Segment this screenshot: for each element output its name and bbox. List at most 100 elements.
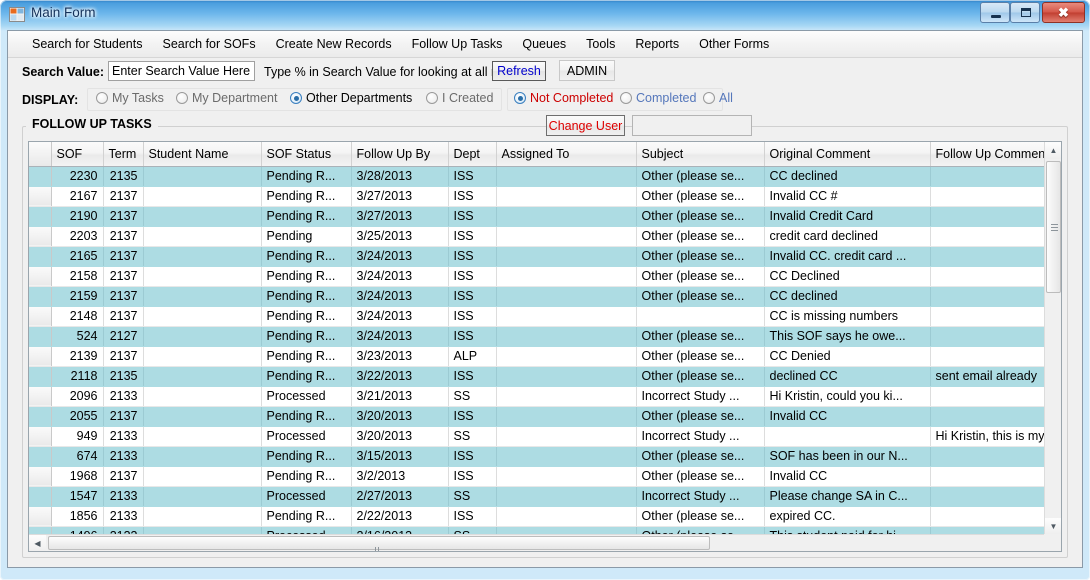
search-input[interactable]	[108, 61, 255, 81]
cell-student-name[interactable]	[143, 186, 262, 207]
row-header-cell[interactable]	[29, 226, 52, 247]
cell-follow-up-comment[interactable]	[930, 206, 1044, 227]
menu-item-reports[interactable]: Reports	[625, 33, 689, 55]
cell-sof-status[interactable]: Pending R...	[261, 266, 352, 287]
cell-sof-status[interactable]: Pending	[261, 226, 352, 247]
cell-dept[interactable]: ISS	[448, 506, 497, 527]
radio-my-department[interactable]: My Department	[176, 91, 277, 105]
cell-student-name[interactable]	[143, 486, 262, 507]
cell-sof[interactable]: 2165	[51, 246, 104, 267]
cell-sof[interactable]: 2139	[51, 346, 104, 367]
cell-sof-status[interactable]: Pending R...	[261, 246, 352, 267]
cell-assigned-to[interactable]	[496, 366, 637, 387]
cell-sof[interactable]: 2158	[51, 266, 104, 287]
cell-follow-up-comment[interactable]	[930, 226, 1044, 247]
cell-original-comment[interactable]: CC Declined	[764, 266, 931, 287]
cell-term[interactable]: 2133	[103, 486, 144, 507]
table-row[interactable]: 2055 2137 Pending R... 3/20/2013 ISS Other (p…	[29, 406, 1044, 427]
cell-original-comment[interactable]: expired CC.	[764, 506, 931, 527]
cell-sof-status[interactable]: Pending R...	[261, 206, 352, 227]
cell-subject[interactable]: Other (please se...	[636, 206, 765, 227]
cell-dept[interactable]: ISS	[448, 446, 497, 467]
row-header-cell[interactable]	[29, 406, 52, 427]
cell-sof[interactable]: 1968	[51, 466, 104, 487]
cell-follow-up-by[interactable]: 3/24/2013	[351, 286, 449, 307]
cell-student-name[interactable]	[143, 206, 262, 227]
cell-term[interactable]: 2133	[103, 426, 144, 447]
cell-dept[interactable]: ISS	[448, 406, 497, 427]
row-header-cell[interactable]	[29, 466, 52, 487]
cell-subject[interactable]: Other (please se...	[636, 186, 765, 207]
table-row[interactable]: 2203 2137 Pending 3/25/2013 ISS Other (please…	[29, 226, 1044, 247]
table-row[interactable]: 1968 2137 Pending R... 3/2/2013 ISS Other (pl…	[29, 466, 1044, 487]
cell-dept[interactable]: ISS	[448, 246, 497, 267]
cell-term[interactable]: 2133	[103, 506, 144, 527]
cell-sof-status[interactable]: Pending R...	[261, 446, 352, 467]
cell-assigned-to[interactable]	[496, 346, 637, 367]
maximize-button[interactable]	[1010, 2, 1040, 23]
cell-subject[interactable]: Other (please se...	[636, 166, 765, 187]
cell-follow-up-comment[interactable]	[930, 506, 1044, 527]
cell-follow-up-comment[interactable]	[930, 466, 1044, 487]
cell-dept[interactable]: ALP	[448, 346, 497, 367]
cell-follow-up-comment[interactable]	[930, 166, 1044, 187]
cell-assigned-to[interactable]	[496, 206, 637, 227]
cell-student-name[interactable]	[143, 466, 262, 487]
cell-sof[interactable]: 1547	[51, 486, 104, 507]
cell-dept[interactable]: ISS	[448, 286, 497, 307]
cell-subject[interactable]: Incorrect Study ...	[636, 486, 765, 507]
row-header-cell[interactable]	[29, 426, 52, 447]
table-row[interactable]: 2118 2135 Pending R... 3/22/2013 ISS Other (p…	[29, 366, 1044, 387]
cell-original-comment[interactable]: Invalid CC #	[764, 186, 931, 207]
row-header-cell[interactable]	[29, 206, 52, 227]
cell-assigned-to[interactable]	[496, 406, 637, 427]
cell-sof[interactable]: 2148	[51, 306, 104, 327]
cell-sof[interactable]: 674	[51, 446, 104, 467]
cell-original-comment[interactable]: CC declined	[764, 166, 931, 187]
cell-assigned-to[interactable]	[496, 226, 637, 247]
cell-follow-up-comment[interactable]	[930, 266, 1044, 287]
cell-term[interactable]: 2133	[103, 386, 144, 407]
cell-sof-status[interactable]: Pending R...	[261, 346, 352, 367]
row-header-cell[interactable]	[29, 506, 52, 527]
table-row[interactable]: 1856 2133 Pending R... 2/22/2013 ISS Other (p…	[29, 506, 1044, 527]
cell-subject[interactable]: Other (please se...	[636, 326, 765, 347]
cell-original-comment[interactable]: declined CC	[764, 366, 931, 387]
cell-assigned-to[interactable]	[496, 506, 637, 527]
table-row[interactable]: 2148 2137 Pending R... 3/24/2013 ISS CC is mi…	[29, 306, 1044, 327]
cell-term[interactable]: 2137	[103, 406, 144, 427]
cell-subject[interactable]: Other (please se...	[636, 366, 765, 387]
cell-follow-up-by[interactable]: 3/21/2013	[351, 386, 449, 407]
column-header-term[interactable]: Term	[103, 142, 144, 167]
cell-sof[interactable]: 2230	[51, 166, 104, 187]
radio-i-created[interactable]: I Created	[426, 91, 493, 105]
cell-dept[interactable]: ISS	[448, 266, 497, 287]
cell-follow-up-comment[interactable]	[930, 486, 1044, 507]
cell-original-comment[interactable]: credit card declined	[764, 226, 931, 247]
cell-student-name[interactable]	[143, 246, 262, 267]
cell-follow-up-by[interactable]: 3/25/2013	[351, 226, 449, 247]
cell-original-comment[interactable]: Invalid CC	[764, 466, 931, 487]
column-header-sof[interactable]: SOF	[51, 142, 104, 167]
cell-sof-status[interactable]: Processed	[261, 486, 352, 507]
column-header-original-comment[interactable]: Original Comment	[764, 142, 931, 167]
row-header-cell[interactable]	[29, 486, 52, 507]
grid-vertical-scrollbar[interactable]: ▲ ▼	[1044, 142, 1061, 535]
row-header-cell[interactable]	[29, 346, 52, 367]
table-row[interactable]: 2167 2137 Pending R... 3/27/2013 ISS Other (p…	[29, 186, 1044, 207]
cell-follow-up-comment[interactable]	[930, 386, 1044, 407]
cell-sof-status[interactable]: Pending R...	[261, 466, 352, 487]
grid-horizontal-scrollbar[interactable]: ◀	[29, 534, 1044, 551]
cell-sof-status[interactable]: Pending R...	[261, 166, 352, 187]
cell-subject[interactable]: Other (please se...	[636, 246, 765, 267]
cell-dept[interactable]: ISS	[448, 206, 497, 227]
cell-dept[interactable]: ISS	[448, 186, 497, 207]
cell-dept[interactable]: SS	[448, 426, 497, 447]
cell-follow-up-comment[interactable]	[930, 186, 1044, 207]
change-user-input[interactable]	[632, 115, 752, 136]
cell-sof-status[interactable]: Pending R...	[261, 406, 352, 427]
minimize-button[interactable]	[980, 2, 1010, 23]
change-user-button[interactable]: Change User	[546, 115, 625, 136]
cell-original-comment[interactable]: Invalid Credit Card	[764, 206, 931, 227]
cell-follow-up-by[interactable]: 3/2/2013	[351, 466, 449, 487]
